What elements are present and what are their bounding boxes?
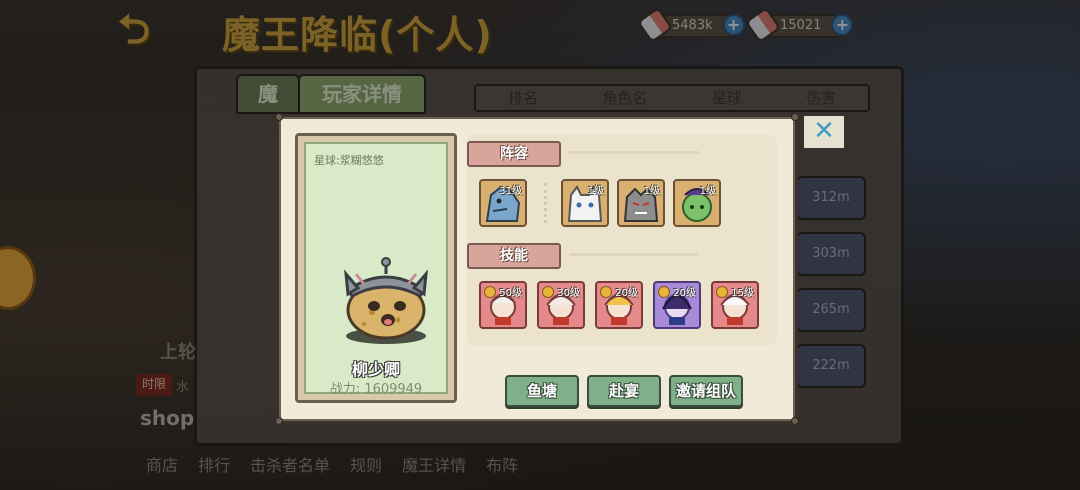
- lineup-hero-1[interactable]: 31级: [479, 179, 527, 227]
- corner-nail: [791, 113, 799, 121]
- fire-element-icon: [658, 286, 670, 298]
- skill-card-4[interactable]: 20级: [653, 281, 701, 329]
- fire-element-icon: [542, 286, 554, 298]
- skill-level: 20级: [615, 288, 638, 299]
- hero-level: 31级: [499, 186, 522, 197]
- skill-card-3[interactable]: 20级: [595, 281, 643, 329]
- fish-pond-button[interactable]: 鱼塘: [505, 375, 579, 407]
- player-detail-modal: 星球:浆糊悠悠 柳少卿 战力: 1609949 阵容 31级 1级 1级 1级 …: [275, 113, 799, 425]
- corner-nail: [791, 417, 799, 425]
- player-avatar-icon: [344, 257, 428, 344]
- lineup-hero-3[interactable]: 1级: [617, 179, 665, 227]
- skill-level: 20级: [673, 288, 696, 299]
- fire-element-icon: [600, 286, 612, 298]
- skill-card-2[interactable]: 30级: [537, 281, 585, 329]
- close-button[interactable]: ✕: [802, 114, 846, 150]
- skill-card-1[interactable]: 50级: [479, 281, 527, 329]
- lineup-hero-4[interactable]: 1级: [673, 179, 721, 227]
- hero-level: 1级: [699, 186, 716, 197]
- lineup-divider: [544, 183, 547, 223]
- player-profile-card: 星球:浆糊悠悠 柳少卿 战力: 1609949: [295, 133, 457, 403]
- skill-level: 30级: [557, 288, 580, 299]
- player-name: 柳少卿: [351, 360, 400, 379]
- section-divider: [569, 151, 699, 154]
- hero-level: 1级: [587, 186, 604, 197]
- corner-nail: [275, 417, 283, 425]
- lineup-hero-2[interactable]: 1级: [561, 179, 609, 227]
- hero-level: 1级: [643, 186, 660, 197]
- skills-label: 技能: [467, 243, 561, 269]
- fire-element-icon: [484, 286, 496, 298]
- close-icon: ✕: [813, 116, 835, 146]
- skill-level: 50级: [499, 288, 522, 299]
- attend-feast-button[interactable]: 赴宴: [587, 375, 661, 407]
- invite-team-button[interactable]: 邀请组队: [669, 375, 743, 407]
- player-power: 战力: 1609949: [329, 382, 423, 397]
- player-planet: 星球:浆糊悠悠: [314, 154, 384, 167]
- profile-inner: 星球:浆糊悠悠 柳少卿 战力: 1609949: [304, 142, 448, 397]
- section-divider: [569, 253, 699, 256]
- skill-level: 15级: [731, 288, 754, 299]
- lineup-label: 阵容: [467, 141, 561, 167]
- skill-card-5[interactable]: 15级: [711, 281, 759, 329]
- corner-nail: [275, 113, 283, 121]
- fire-element-icon: [716, 286, 728, 298]
